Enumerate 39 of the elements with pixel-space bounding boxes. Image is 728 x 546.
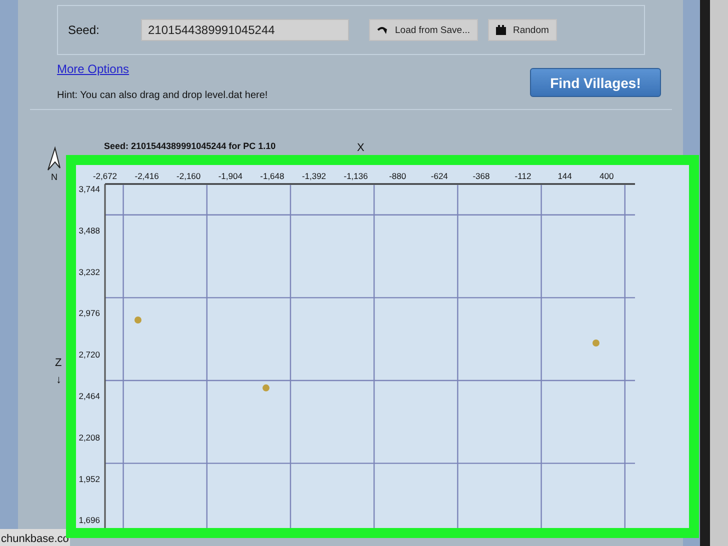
x-tick-label: -2,160 bbox=[176, 171, 201, 181]
z-tick-label: 1,696 bbox=[78, 515, 100, 526]
seed-label: Seed: bbox=[68, 23, 100, 37]
x-tick-label: -880 bbox=[389, 171, 406, 181]
x-tick-label: -1,904 bbox=[218, 171, 242, 181]
find-villages-button[interactable]: Find Villages! bbox=[530, 68, 661, 97]
z-arrow: ↓ bbox=[56, 374, 62, 386]
z-tick-label: 3,488 bbox=[78, 225, 100, 236]
seed-field[interactable]: 2101544389991045244 bbox=[141, 19, 349, 41]
status-bar: chunkbase.co bbox=[0, 529, 70, 546]
z-tick-label: 2,720 bbox=[78, 350, 100, 360]
box-icon bbox=[496, 25, 506, 35]
x-tick-label: -368 bbox=[472, 171, 490, 181]
map-caption: Seed: 2101544389991045244 for PC 1.10 bbox=[104, 141, 276, 151]
random-button[interactable]: Random bbox=[488, 19, 557, 41]
x-tick-label: -1,392 bbox=[302, 171, 326, 181]
x-tick-label: 144 bbox=[558, 171, 572, 181]
x-axis-label: X bbox=[357, 142, 364, 154]
z-tick-label: 3,744 bbox=[78, 184, 100, 194]
x-tick-label: -2,672 bbox=[92, 171, 118, 181]
z-tick-label: 1,952 bbox=[78, 474, 100, 484]
x-tick-label: -624 bbox=[430, 171, 448, 181]
z-tick-label: 2,464 bbox=[78, 391, 100, 402]
z-tick-label: 3,232 bbox=[78, 266, 100, 277]
more-options-link[interactable]: More Options bbox=[57, 62, 130, 76]
scrollbar[interactable] bbox=[710, 0, 728, 546]
north-arrow-icon bbox=[48, 146, 60, 170]
load-from-save-button[interactable]: Load from Save... bbox=[369, 19, 478, 41]
x-tick-label: -2,416 bbox=[134, 171, 159, 181]
x-tick-label: -1,136 bbox=[344, 171, 368, 181]
hint-text: Hint: You can also drag and drop level.dat here! bbox=[57, 90, 268, 101]
z-tick-label: 2,976 bbox=[78, 308, 100, 318]
z-axis-label: Z bbox=[55, 357, 62, 369]
x-tick-label: -1,648 bbox=[260, 171, 284, 181]
x-tick-label: -112 bbox=[514, 171, 532, 181]
z-tick-label: 2,208 bbox=[78, 432, 100, 442]
x-tick-label: 400 bbox=[600, 171, 614, 181]
redo-arrow-icon bbox=[377, 26, 388, 34]
north-label: N bbox=[51, 172, 58, 182]
